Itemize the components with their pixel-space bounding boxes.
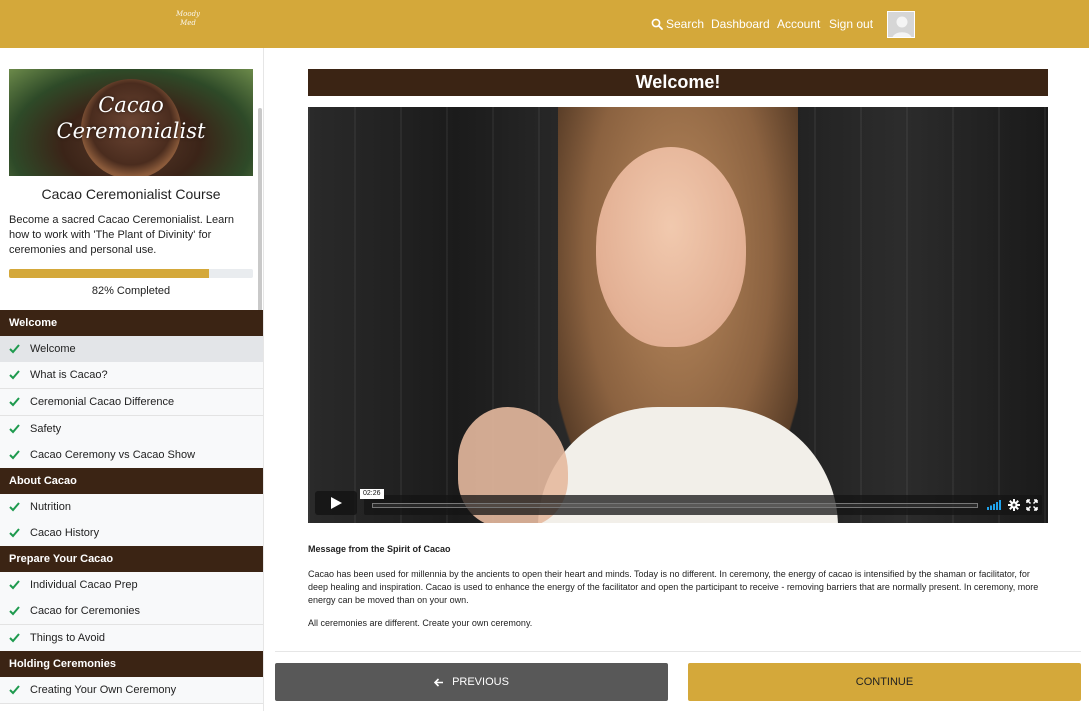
lesson-label: Cacao for Ceremonies xyxy=(30,605,141,617)
video-player[interactable]: 02:26 xyxy=(308,107,1048,523)
course-progress-bar xyxy=(9,269,253,278)
lesson-label: Welcome xyxy=(30,343,76,355)
top-bar: Moody Med Search Dashboard Account Sign … xyxy=(0,0,1089,48)
lesson-welcome[interactable]: Welcome xyxy=(0,336,263,363)
lesson-label: Things to Avoid xyxy=(30,632,106,644)
play-button[interactable] xyxy=(315,491,357,515)
check-icon xyxy=(9,528,20,538)
check-icon xyxy=(9,606,20,616)
message-paragraph-2: All ceremonies are different. Create you… xyxy=(308,618,533,628)
lesson-label: Safety xyxy=(30,423,62,435)
logo-text: Moody Med xyxy=(175,10,201,27)
section-header-prepare-cacao: Prepare Your Cacao xyxy=(0,546,263,572)
lesson-safety[interactable]: Safety xyxy=(0,416,263,443)
lesson-ceremonial-cacao-difference[interactable]: Ceremonial Cacao Difference xyxy=(0,389,263,416)
lesson-label: What is Cacao? xyxy=(30,369,108,381)
video-seek-bar[interactable] xyxy=(372,503,978,508)
check-icon xyxy=(9,633,20,643)
lesson-label: Cacao Ceremony vs Cacao Show xyxy=(30,449,196,461)
avatar-placeholder-icon xyxy=(888,12,914,37)
section-header-welcome: Welcome xyxy=(0,310,263,336)
lesson-label: Cacao History xyxy=(30,527,100,539)
gear-icon[interactable] xyxy=(1008,499,1020,511)
lesson-nutrition[interactable]: Nutrition xyxy=(0,494,263,521)
lesson-individual-prep[interactable]: Individual Cacao Prep xyxy=(0,572,263,599)
lesson-heading: Welcome! xyxy=(308,69,1048,96)
message-paragraph-1: Cacao has been used for millennia by the… xyxy=(308,569,1039,605)
course-sidebar: Cacao Ceremonialist Cacao Ceremonialist … xyxy=(0,48,264,711)
video-controls xyxy=(364,495,1042,515)
course-title: Cacao Ceremonialist Course xyxy=(41,186,221,202)
check-icon xyxy=(9,424,20,434)
check-icon xyxy=(9,450,20,460)
play-icon xyxy=(331,497,342,509)
fullscreen-icon[interactable] xyxy=(1026,499,1038,511)
course-description: Become a sacred Cacao Ceremonialist. Lea… xyxy=(9,214,235,256)
avatar[interactable] xyxy=(887,11,915,38)
lesson-label: Ceremonial Cacao Difference xyxy=(30,396,175,408)
lesson-cacao-history[interactable]: Cacao History xyxy=(0,520,263,547)
previous-button-label: PREVIOUS xyxy=(452,676,509,688)
check-icon xyxy=(9,502,20,512)
course-image-title-line1: Cacao xyxy=(98,93,164,117)
nav-account-label: Account xyxy=(777,17,821,31)
check-icon xyxy=(9,370,20,380)
course-progress-label: 82% Completed xyxy=(91,285,171,297)
site-logo[interactable]: Moody Med xyxy=(170,10,206,38)
nav-search[interactable]: Search xyxy=(651,0,704,48)
section-header-about-cacao: About Cacao xyxy=(0,468,263,494)
nav-signout-label: Sign out xyxy=(829,17,874,31)
check-icon xyxy=(9,397,20,407)
video-time: 02:26 xyxy=(360,489,384,499)
check-icon xyxy=(9,685,20,695)
nav-dashboard-label: Dashboard xyxy=(711,17,770,31)
lesson-things-to-avoid[interactable]: Things to Avoid xyxy=(0,625,263,652)
arrow-left-icon xyxy=(434,677,444,687)
nav-account[interactable]: Account xyxy=(777,0,820,48)
continue-button[interactable]: CONTINUE xyxy=(688,663,1081,701)
lesson-label: Creating Your Own Ceremony xyxy=(30,684,177,696)
course-image-title-line2: Ceremonialist xyxy=(56,119,206,143)
lesson-what-is-cacao[interactable]: What is Cacao? xyxy=(0,362,263,389)
lesson-label: Individual Cacao Prep xyxy=(30,579,138,591)
volume-icon[interactable] xyxy=(986,500,1002,510)
nav-dashboard[interactable]: Dashboard xyxy=(711,0,770,48)
course-image: Cacao Ceremonialist xyxy=(9,69,253,176)
lesson-creating-own-ceremony[interactable]: Creating Your Own Ceremony xyxy=(0,677,263,704)
lesson-ceremony-vs-show[interactable]: Cacao Ceremony vs Cacao Show xyxy=(0,442,263,469)
search-icon xyxy=(651,18,663,30)
continue-button-label: CONTINUE xyxy=(855,676,914,688)
previous-button[interactable]: PREVIOUS xyxy=(275,663,668,701)
nav-signout[interactable]: Sign out xyxy=(829,0,873,48)
nav-search-label: Search xyxy=(666,17,705,31)
course-progress-fill xyxy=(9,269,210,278)
video-person-face xyxy=(596,147,746,347)
check-icon xyxy=(9,580,20,590)
message-title: Message from the Spirit of Cacao xyxy=(308,544,451,554)
section-header-holding-ceremonies: Holding Ceremonies xyxy=(0,651,263,677)
lesson-label: Nutrition xyxy=(30,501,71,513)
lesson-cacao-for-ceremonies[interactable]: Cacao for Ceremonies xyxy=(0,598,263,625)
divider xyxy=(275,651,1081,652)
check-icon xyxy=(9,344,20,354)
